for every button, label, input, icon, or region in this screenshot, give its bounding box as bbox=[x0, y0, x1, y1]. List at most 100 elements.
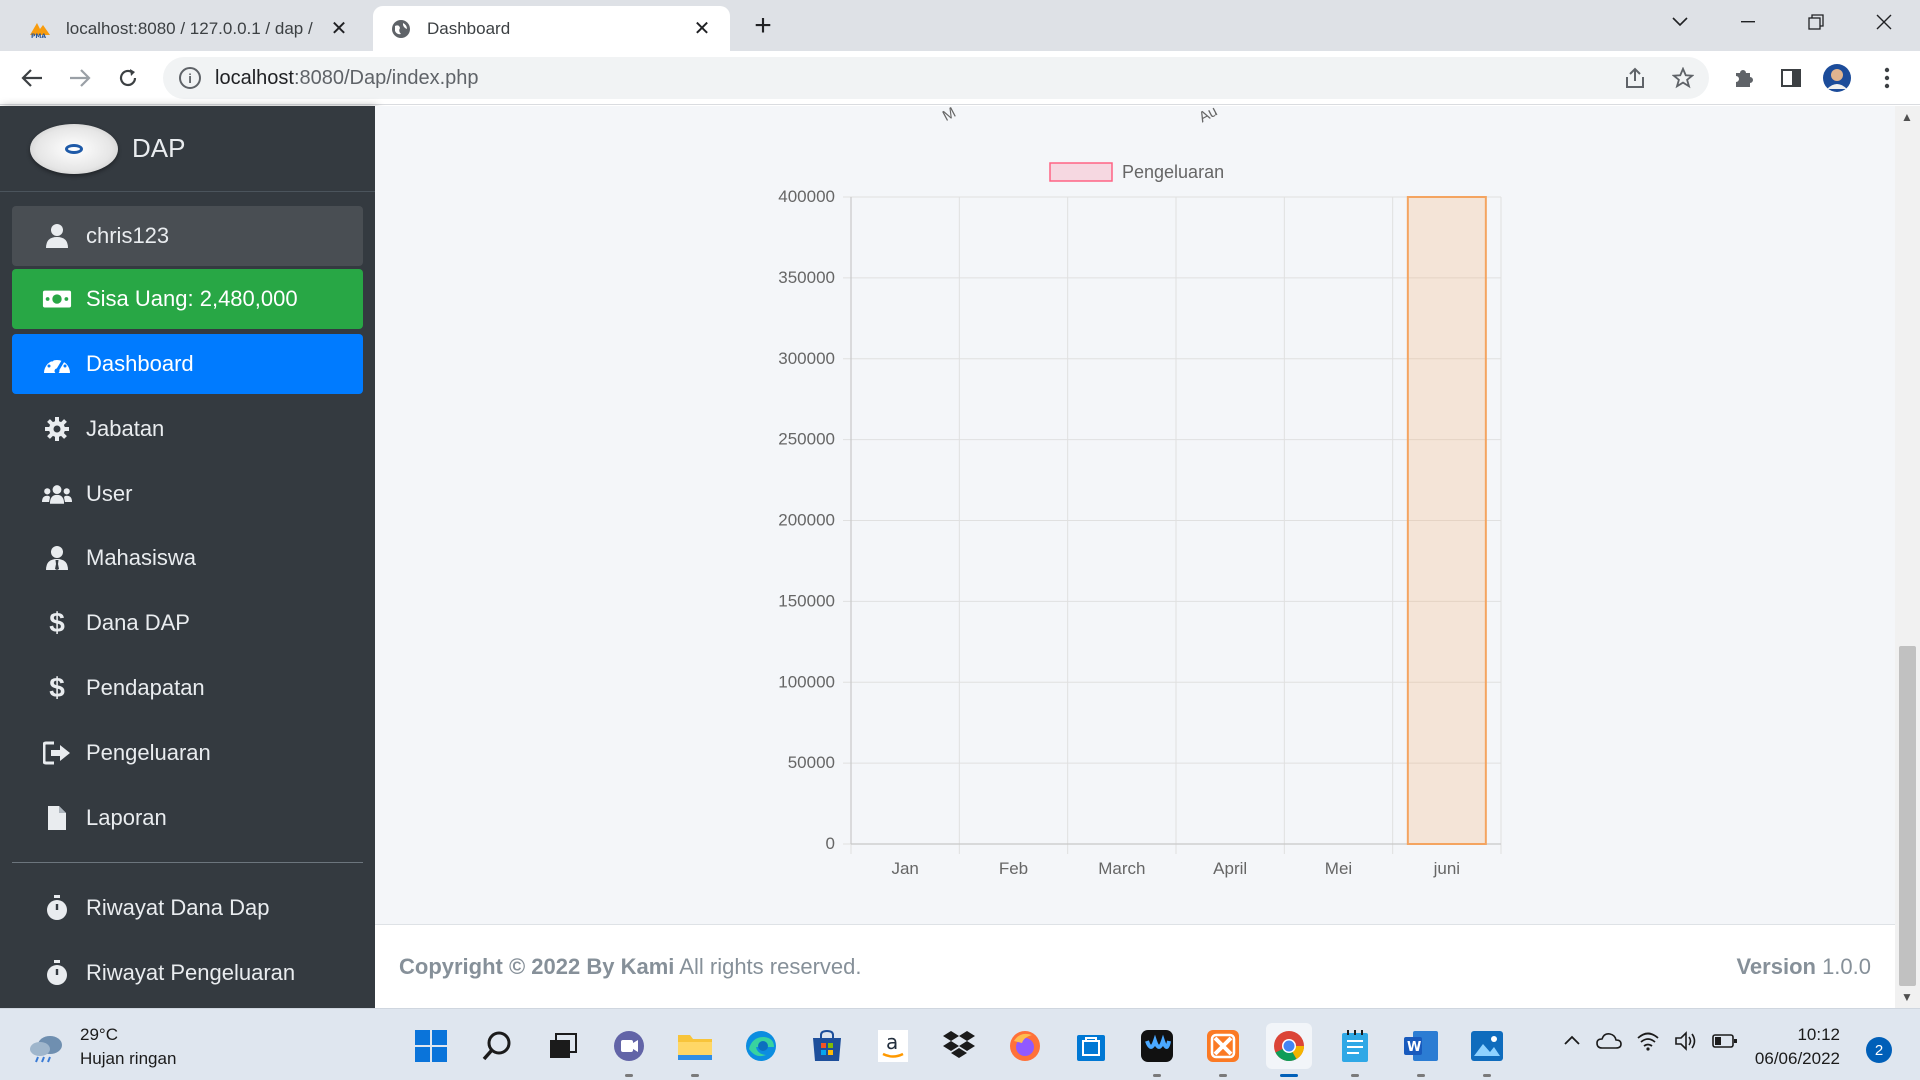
brand-link[interactable]: DAP bbox=[0, 106, 375, 192]
legend-swatch bbox=[1049, 162, 1113, 182]
back-arrow-icon[interactable] bbox=[14, 60, 50, 96]
brand-text: DAP bbox=[132, 133, 186, 163]
x-tick-label: juni bbox=[1433, 859, 1460, 878]
vertical-scrollbar[interactable]: ▲ ▼ bbox=[1895, 106, 1920, 1008]
info-icon[interactable]: i bbox=[179, 67, 201, 89]
store-bag-icon[interactable] bbox=[1068, 1023, 1114, 1069]
y-tick-label: 150000 bbox=[778, 591, 835, 610]
pengeluaran-bar-chart: 0 50000 100000 150000 200000 250000 300000 3500… bbox=[778, 162, 1502, 878]
weather-widget[interactable]: 29°C Hujan ringan bbox=[28, 1023, 176, 1071]
new-tab-button[interactable]: + bbox=[748, 11, 778, 42]
scrollbar-thumb[interactable] bbox=[1899, 646, 1916, 986]
sidebar-item-pendapatan[interactable]: $ Pendapatan bbox=[12, 658, 363, 718]
sidebar-item-dashboard[interactable]: Dashboard bbox=[12, 334, 363, 394]
close-window-icon[interactable] bbox=[1856, 0, 1912, 44]
sidebar-item-mahasiswa[interactable]: Mahasiswa bbox=[12, 528, 363, 588]
microsoft-store-icon[interactable] bbox=[804, 1023, 850, 1069]
close-icon[interactable]: ✕ bbox=[690, 17, 714, 41]
sidebar-user-panel[interactable]: chris123 bbox=[12, 206, 363, 266]
notification-badge[interactable]: 2 bbox=[1866, 1037, 1892, 1063]
version-value: 1.0.0 bbox=[1815, 953, 1871, 979]
file-explorer-icon[interactable] bbox=[672, 1023, 718, 1077]
browser-toolbar: i localhost:8080/Dap/index.php bbox=[0, 51, 1920, 105]
minimize-icon[interactable] bbox=[1720, 0, 1776, 44]
user-name: chris123 bbox=[86, 223, 170, 248]
y-tick-label: 200000 bbox=[778, 511, 835, 530]
onedrive-cloud-icon[interactable] bbox=[1596, 1031, 1622, 1057]
chevron-up-icon[interactable] bbox=[1562, 1031, 1582, 1057]
x-tick-label: April bbox=[1213, 859, 1247, 878]
sidebar-item-dana-dap[interactable]: $ Dana DAP bbox=[12, 593, 363, 653]
word-icon[interactable]: W bbox=[1398, 1023, 1444, 1077]
sidebar-item-label: Riwayat Pengeluaran bbox=[86, 960, 296, 985]
dropbox-icon[interactable] bbox=[936, 1023, 982, 1069]
user-tie-icon bbox=[42, 545, 72, 571]
sidebar-item-laporan[interactable]: Laporan bbox=[12, 788, 363, 848]
address-bar[interactable]: i localhost:8080/Dap/index.php bbox=[163, 57, 1709, 99]
clipchamp-icon[interactable] bbox=[1134, 1023, 1180, 1077]
x-tick-label: Feb bbox=[999, 859, 1028, 878]
sidebar-item-user[interactable]: User bbox=[12, 464, 363, 524]
sidebar-item-label: User bbox=[86, 481, 133, 506]
close-icon[interactable]: ✕ bbox=[327, 17, 351, 41]
brand-logo bbox=[30, 123, 118, 174]
sidebar-item-label: Dana DAP bbox=[86, 610, 190, 635]
tachometer-icon bbox=[42, 353, 72, 375]
url-path: :8080/Dap/index.php bbox=[293, 66, 479, 89]
legend-label: Pengeluaran bbox=[1122, 162, 1224, 182]
user-icon bbox=[42, 223, 72, 249]
notepad-icon[interactable] bbox=[1332, 1023, 1378, 1077]
version-text: Version 1.0.0 bbox=[1736, 954, 1871, 980]
taskbar-search-icon[interactable] bbox=[474, 1023, 520, 1069]
users-icon bbox=[42, 482, 72, 506]
bookmark-star-icon[interactable] bbox=[1668, 63, 1698, 93]
sidebar-divider bbox=[12, 862, 363, 863]
more-menu-icon[interactable] bbox=[1872, 63, 1902, 93]
start-button[interactable] bbox=[408, 1023, 454, 1069]
sidebar-item-label: Pendapatan bbox=[86, 675, 205, 700]
weather-temperature: 29°C bbox=[80, 1025, 118, 1044]
tab-phpmyadmin[interactable]: PMA localhost:8080 / 127.0.0.1 / dap / ✕ bbox=[12, 6, 367, 51]
sidebar-item-label: Laporan bbox=[86, 805, 167, 830]
money-bill-icon bbox=[42, 289, 72, 309]
sidebar-item-riwayat-pengeluaran[interactable]: Riwayat Pengeluaran bbox=[12, 943, 363, 1003]
y-tick-label: 50000 bbox=[788, 753, 835, 772]
photos-icon[interactable] bbox=[1464, 1023, 1510, 1077]
edge-icon[interactable] bbox=[738, 1023, 784, 1069]
sidebar-item-riwayat-dana-dap[interactable]: Riwayat Dana Dap bbox=[12, 878, 363, 938]
side-panel-icon[interactable] bbox=[1776, 63, 1806, 93]
scroll-up-arrow-icon[interactable]: ▲ bbox=[1901, 110, 1913, 124]
content-wrapper: M Au 0 50000 100000 150000 200000 250000 30000… bbox=[375, 106, 1895, 1008]
sidebar-item-jabatan[interactable]: Jabatan bbox=[12, 399, 363, 459]
sign-out-icon bbox=[42, 741, 72, 765]
wifi-icon[interactable] bbox=[1636, 1031, 1660, 1057]
forward-arrow-icon[interactable] bbox=[62, 60, 98, 96]
firefox-icon[interactable] bbox=[1002, 1023, 1048, 1069]
profile-avatar[interactable] bbox=[1822, 63, 1852, 93]
dollar-icon: $ bbox=[49, 672, 65, 703]
taskbar-clock[interactable]: 10:12 06/06/2022 bbox=[1755, 1023, 1840, 1071]
scroll-down-arrow-icon[interactable]: ▼ bbox=[1901, 990, 1913, 1004]
saldo-text: Sisa Uang: 2,480,000 bbox=[86, 286, 298, 311]
restore-icon[interactable] bbox=[1788, 0, 1844, 44]
sidebar-item-pengeluaran[interactable]: Pengeluaran bbox=[12, 723, 363, 783]
tab-title: Dashboard bbox=[427, 18, 511, 38]
volume-icon[interactable] bbox=[1674, 1031, 1698, 1057]
task-view-icon[interactable] bbox=[540, 1023, 586, 1069]
reload-icon[interactable] bbox=[110, 60, 146, 96]
extensions-icon[interactable] bbox=[1728, 63, 1758, 93]
tab-title: localhost:8080 / 127.0.0.1 / dap / bbox=[66, 18, 313, 38]
copyright-text: Copyright © 2022 By Kami All rights rese… bbox=[399, 954, 861, 980]
amazon-icon[interactable]: a bbox=[870, 1023, 916, 1069]
system-tray bbox=[1562, 1031, 1738, 1057]
y-tick-label: 0 bbox=[826, 834, 835, 853]
copyright-rest: All rights reserved. bbox=[674, 953, 862, 979]
chrome-icon[interactable] bbox=[1266, 1023, 1312, 1077]
stopwatch-icon bbox=[42, 895, 72, 921]
share-icon[interactable] bbox=[1620, 63, 1650, 93]
tab-dashboard[interactable]: Dashboard ✕ bbox=[373, 6, 730, 51]
gear-icon bbox=[42, 416, 72, 442]
teams-chat-icon[interactable] bbox=[606, 1023, 652, 1077]
tab-search-icon[interactable] bbox=[1652, 0, 1708, 44]
xampp-icon[interactable] bbox=[1200, 1023, 1246, 1077]
